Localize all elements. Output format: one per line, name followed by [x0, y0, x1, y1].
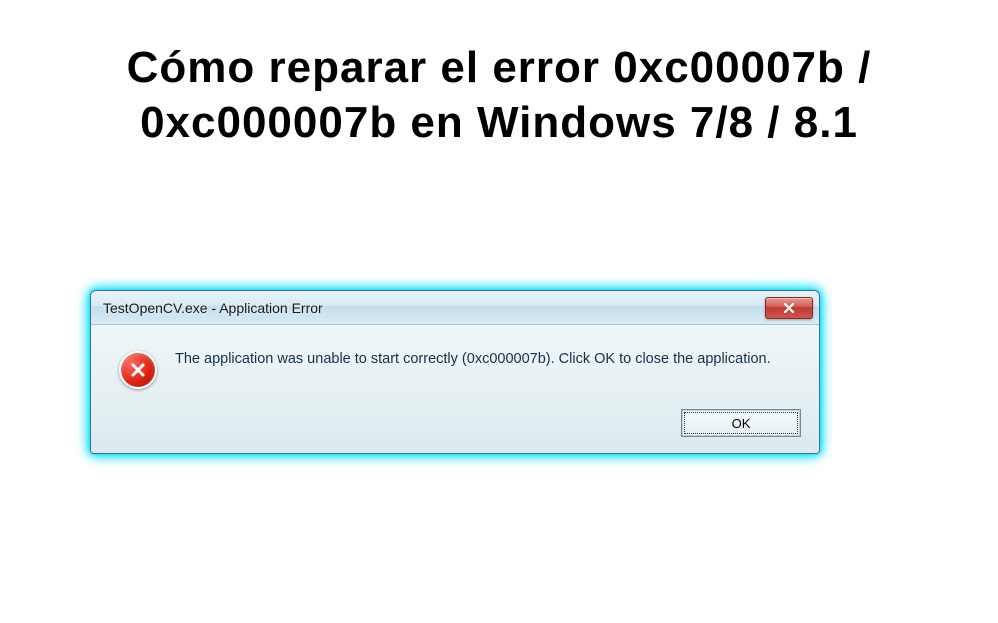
- error-icon: [119, 351, 157, 389]
- ok-button[interactable]: OK: [681, 409, 801, 437]
- page-headline: Cómo reparar el error 0xc00007b / 0xc000…: [0, 0, 998, 150]
- error-message: The application was unable to start corr…: [175, 349, 791, 370]
- dialog-title: TestOpenCV.exe - Application Error: [103, 300, 765, 316]
- dialog-button-row: OK: [91, 409, 819, 453]
- close-icon: [782, 301, 796, 315]
- close-button[interactable]: [765, 297, 813, 319]
- application-error-dialog: TestOpenCV.exe - Application Error Th: [90, 290, 820, 454]
- error-dialog-container: TestOpenCV.exe - Application Error Th: [90, 290, 820, 454]
- dialog-content: The application was unable to start corr…: [91, 325, 819, 409]
- dialog-titlebar[interactable]: TestOpenCV.exe - Application Error: [91, 291, 819, 325]
